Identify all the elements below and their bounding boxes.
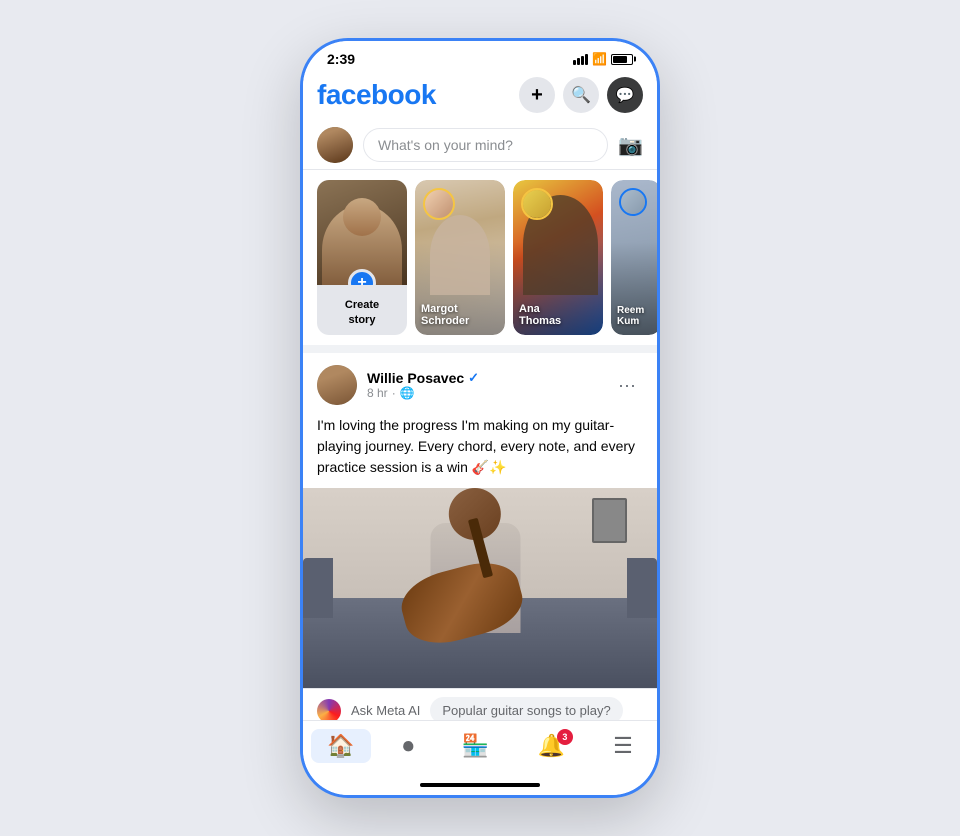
home-icon: 🏠 bbox=[327, 733, 354, 759]
create-story-card[interactable]: + Createstory bbox=[317, 180, 407, 335]
menu-icon: ☰ bbox=[613, 733, 633, 759]
story-ana-avatar-ring bbox=[521, 188, 553, 220]
app-header: facebook + 🔍 💬 bbox=[303, 71, 657, 121]
nav-notifications[interactable]: 🔔 3 bbox=[522, 729, 581, 763]
post-text: I'm loving the progress I'm making on my… bbox=[303, 411, 657, 488]
story-margot-avatar-ring bbox=[423, 188, 455, 220]
wifi-icon: 📶 bbox=[592, 52, 607, 66]
post-avatar-image bbox=[317, 365, 357, 405]
meta-ai-logo bbox=[317, 699, 341, 721]
story-ana-name: AnaThomas bbox=[519, 303, 597, 327]
post-input-field[interactable]: What's on your mind? bbox=[363, 128, 608, 162]
story-reem-name: ReemKum bbox=[617, 305, 655, 327]
messenger-button[interactable]: 💬 bbox=[607, 77, 643, 113]
status-icons: 📶 bbox=[573, 52, 633, 66]
guitar-scene bbox=[303, 488, 657, 688]
create-story-top: + bbox=[317, 180, 407, 285]
post-image bbox=[303, 488, 657, 688]
post-user-name: Willie Posavec ✓ bbox=[367, 370, 601, 386]
marketplace-icon: 🏪 bbox=[462, 733, 489, 759]
nav-home[interactable]: 🏠 bbox=[311, 729, 370, 763]
battery-icon bbox=[611, 54, 633, 65]
post-meta: 8 hr · 🌐 bbox=[367, 386, 601, 400]
camera-icon[interactable]: 📷 bbox=[618, 133, 643, 158]
status-bar: 2:39 📶 bbox=[303, 41, 657, 71]
story-reem-avatar-ring bbox=[619, 188, 647, 216]
meta-ai-label[interactable]: Ask Meta AI bbox=[351, 703, 420, 718]
story-reem[interactable]: ReemKum bbox=[611, 180, 657, 335]
post-privacy-icon: 🌐 bbox=[400, 386, 415, 400]
user-avatar bbox=[317, 127, 353, 163]
nav-marketplace[interactable]: 🏪 bbox=[446, 729, 505, 763]
verified-badge-icon: ✓ bbox=[468, 370, 479, 386]
notification-badge: 3 bbox=[557, 729, 573, 745]
story-margot-name: MargotSchroder bbox=[421, 303, 499, 327]
meta-ai-suggestion[interactable]: Popular guitar songs to play? bbox=[430, 697, 622, 720]
post-card: Willie Posavec ✓ 8 hr · 🌐 ··· I'm loving… bbox=[303, 353, 657, 720]
video-icon: ⏺ bbox=[403, 733, 414, 759]
home-bar bbox=[420, 783, 540, 787]
post-author-avatar[interactable] bbox=[317, 365, 357, 405]
phone-frame: 2:39 📶 facebook + 🔍 💬 bbox=[300, 38, 660, 798]
nav-menu[interactable]: ☰ bbox=[597, 729, 649, 763]
status-time: 2:39 bbox=[327, 51, 355, 67]
post-input-bar: What's on your mind? 📷 bbox=[303, 121, 657, 170]
phone-screen: 2:39 📶 facebook + 🔍 💬 bbox=[303, 41, 657, 795]
post-more-button[interactable]: ··· bbox=[611, 369, 643, 401]
story-margot[interactable]: MargotSchroder bbox=[415, 180, 505, 335]
story-margot-photo: MargotSchroder bbox=[415, 180, 505, 335]
story-ana[interactable]: AnaThomas bbox=[513, 180, 603, 335]
create-story-bottom: Createstory bbox=[317, 285, 407, 335]
feed: Willie Posavec ✓ 8 hr · 🌐 ··· I'm loving… bbox=[303, 353, 657, 720]
search-button[interactable]: 🔍 bbox=[563, 77, 599, 113]
home-indicator bbox=[303, 775, 657, 795]
bottom-nav: 🏠 ⏺ 🏪 🔔 3 ☰ bbox=[303, 720, 657, 775]
add-button[interactable]: + bbox=[519, 77, 555, 113]
header-icons: + 🔍 💬 bbox=[519, 77, 643, 113]
create-story-label: Createstory bbox=[345, 298, 379, 327]
user-avatar-image bbox=[317, 127, 353, 163]
signal-icon bbox=[573, 54, 588, 65]
stories-section: + Createstory bbox=[303, 170, 657, 353]
story-ana-photo: AnaThomas bbox=[513, 180, 603, 335]
facebook-logo: facebook bbox=[317, 79, 436, 111]
story-reem-photo: ReemKum bbox=[611, 180, 657, 335]
story-person-head bbox=[343, 198, 381, 236]
nav-video[interactable]: ⏺ bbox=[387, 729, 430, 763]
post-header: Willie Posavec ✓ 8 hr · 🌐 ··· bbox=[303, 353, 657, 411]
meta-ai-bar: Ask Meta AI Popular guitar songs to play… bbox=[303, 688, 657, 720]
post-user-info: Willie Posavec ✓ 8 hr · 🌐 bbox=[367, 370, 601, 400]
